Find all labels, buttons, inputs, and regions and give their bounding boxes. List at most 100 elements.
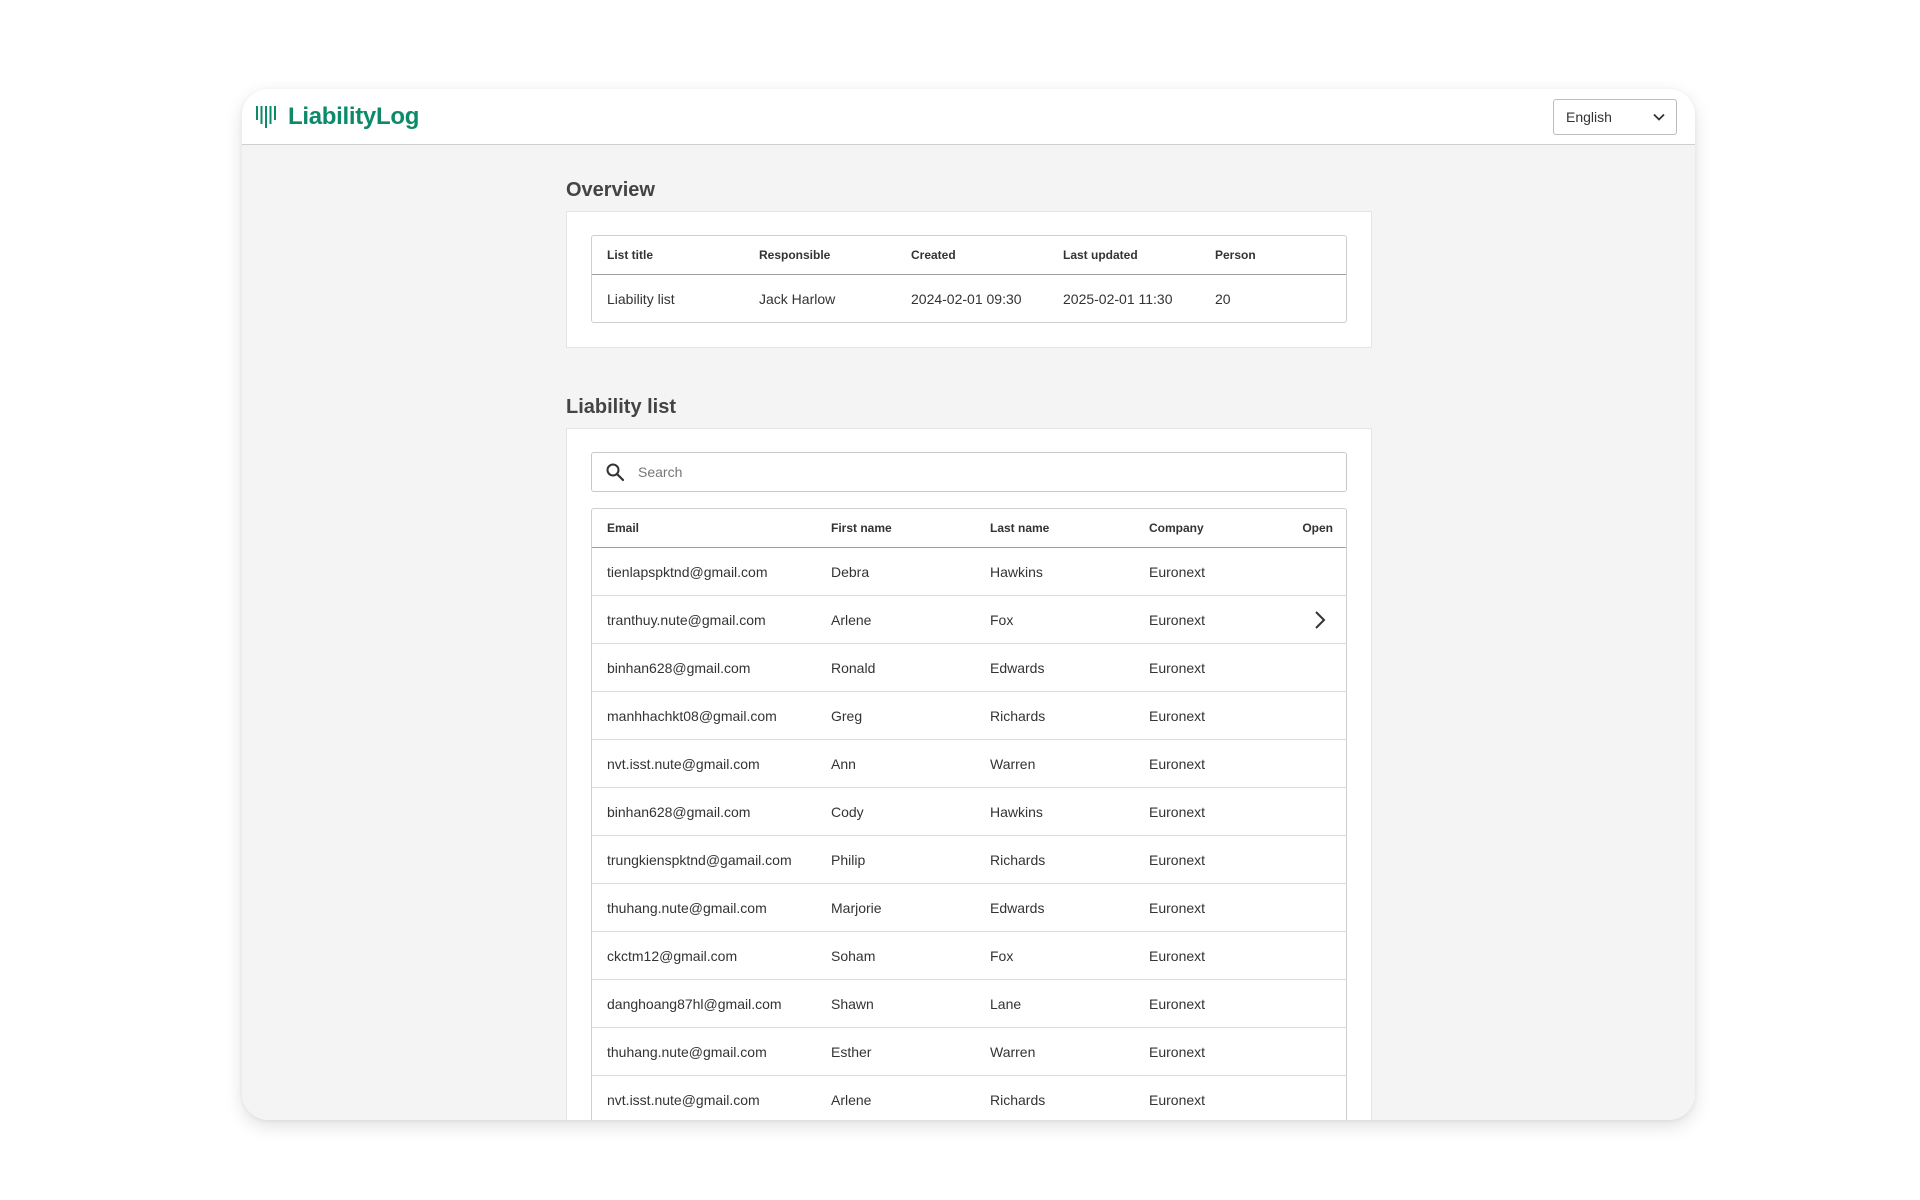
cell-open[interactable]	[1274, 883, 1346, 932]
cell-email: thuhang.nute@gmail.com	[592, 883, 816, 932]
liability-list-title: Liability list	[566, 396, 677, 418]
liability-list-panel: Email First name Last name Company Open …	[566, 428, 1372, 1120]
cell-company: Euronext	[1134, 979, 1274, 1028]
cell-first-name: Soham	[816, 931, 975, 980]
column-header-created: Created	[896, 236, 1048, 275]
cell-email: nvt.isst.nute@gmail.com	[607, 1091, 760, 1108]
cell-last-updated: 2025-02-01 11:30	[1063, 290, 1173, 307]
language-select[interactable]: English	[1553, 99, 1677, 135]
cell-open[interactable]	[1274, 835, 1346, 884]
cell-email: manhhachkt08@gmail.com	[592, 691, 816, 740]
column-header-person: Person	[1200, 236, 1346, 275]
cell-first-name: Ronald	[816, 643, 975, 692]
table-row[interactable]: manhhachkt08@gmail.com Greg Richards Eurone…	[592, 691, 1346, 740]
cell-last-name: Fox	[975, 595, 1134, 644]
table-row[interactable]: tranthuy.nute@gmail.com Arlene Fox Euronext	[592, 595, 1346, 644]
cell-open[interactable]	[1274, 787, 1346, 836]
cell-email: trungkienspktnd@gamail.com	[592, 835, 816, 884]
cell-open[interactable]	[1274, 643, 1346, 692]
cell-company: Euronext	[1134, 595, 1274, 644]
cell-last-name: Warren	[975, 739, 1134, 788]
app-logo[interactable]: LiabilityLog	[255, 103, 419, 131]
cell-first-name: Greg	[816, 691, 975, 740]
cell-email: danghoang87hl@gmail.com	[592, 979, 816, 1028]
cell-open[interactable]	[1274, 1076, 1346, 1121]
table-row[interactable]: nvt.isst.nute@gmail.com Ann Warren Euronext	[592, 739, 1346, 788]
cell-last-name: Hawkins	[975, 787, 1134, 836]
column-header-last-updated: Last updated	[1048, 236, 1200, 275]
overview-title: Overview	[566, 179, 655, 201]
table-row[interactable]: nvt.isst.nute@gmail.com Arlene Richards Eur…	[592, 1076, 1346, 1121]
cell-company: Euronext	[1134, 883, 1274, 932]
cell-responsible: Jack Harlow	[759, 290, 836, 307]
cell-last-name: Richards	[975, 835, 1134, 884]
cell-last-name: Warren	[975, 1027, 1134, 1076]
chevron-right-icon[interactable]	[1311, 609, 1329, 631]
search-input[interactable]	[636, 463, 1340, 481]
cell-company: Euronext	[1134, 643, 1274, 692]
cell-person: 20	[1215, 290, 1231, 307]
cell-last-name: Fox	[975, 931, 1134, 980]
cell-open[interactable]	[1274, 1027, 1346, 1076]
liability-table-body: tienlapspktnd@gmail.com Debra Hawkins Euron…	[592, 547, 1346, 1121]
cell-company: Euronext	[1134, 547, 1274, 596]
cell-email: binhan628@gmail.com	[592, 643, 816, 692]
cell-first-name: Philip	[816, 835, 975, 884]
cell-last-name: Richards	[975, 691, 1134, 740]
liability-table-box: Email First name Last name Company Open …	[591, 508, 1347, 1120]
cell-open[interactable]	[1274, 931, 1346, 980]
search-box[interactable]	[591, 452, 1347, 492]
cell-first-name: Arlene	[816, 595, 975, 644]
cell-company: Euronext	[1134, 787, 1274, 836]
liability-header-row: Email First name Last name Company Open	[592, 509, 1346, 548]
liability-table: Email First name Last name Company Open …	[592, 509, 1346, 1120]
table-row[interactable]: thuhang.nute@gmail.com Esther Warren Eurone…	[592, 1027, 1346, 1076]
column-header-first-name: First name	[816, 509, 975, 548]
cell-first-name: Ann	[816, 739, 975, 788]
cell-company: Euronext	[1134, 691, 1274, 740]
cell-created: 2024-02-01 09:30	[911, 290, 1022, 307]
table-row[interactable]: binhan628@gmail.com Ronald Edwards Euronext	[592, 643, 1346, 692]
column-header-email: Email	[592, 509, 816, 548]
cell-email: nvt.isst.nute@gmail.com	[592, 739, 816, 788]
cell-list-title: Liability list	[607, 290, 675, 307]
cell-last-name: Lane	[975, 979, 1134, 1028]
table-row[interactable]: binhan628@gmail.com Cody Hawkins Euronext	[592, 787, 1346, 836]
cell-first-name: Debra	[816, 547, 975, 596]
cell-last-name: Edwards	[975, 643, 1134, 692]
cell-email: tienlapspktnd@gmail.com	[592, 547, 816, 596]
overview-panel: List title Responsible Created Last upda…	[566, 211, 1372, 348]
column-header-responsible: Responsible	[744, 236, 896, 275]
cell-last-name: Edwards	[975, 883, 1134, 932]
app-window: LiabilityLog English Overview List title…	[242, 89, 1695, 1120]
cell-open[interactable]	[1274, 739, 1346, 788]
cell-open[interactable]	[1274, 547, 1346, 596]
cell-company: Euronext	[1149, 1091, 1206, 1108]
table-row[interactable]: tienlapspktnd@gmail.com Debra Hawkins Euron…	[592, 547, 1346, 596]
overview-header-row: List title Responsible Created Last upda…	[592, 236, 1346, 275]
cell-first-name: Marjorie	[816, 883, 975, 932]
language-select-value: English	[1566, 109, 1612, 125]
table-row[interactable]: ckctm12@gmail.com Soham Fox Euronext	[592, 931, 1346, 980]
cell-email: binhan628@gmail.com	[592, 787, 816, 836]
table-row[interactable]: danghoang87hl@gmail.com Shawn Lane Euronext	[592, 979, 1346, 1028]
cell-open[interactable]	[1274, 595, 1346, 644]
chevron-down-icon	[1653, 113, 1665, 121]
cell-open[interactable]	[1274, 979, 1346, 1028]
cell-first-name: Esther	[816, 1027, 975, 1076]
table-row[interactable]: trungkienspktnd@gamail.com Philip Richards…	[592, 835, 1346, 884]
column-header-company: Company	[1134, 509, 1274, 548]
search-icon	[606, 463, 625, 482]
cell-company: Euronext	[1134, 739, 1274, 788]
cell-email: thuhang.nute@gmail.com	[592, 1027, 816, 1076]
cell-first-name: Arlene	[831, 1091, 872, 1108]
cell-email: tranthuy.nute@gmail.com	[592, 595, 816, 644]
cell-company: Euronext	[1134, 1027, 1274, 1076]
table-row[interactable]: thuhang.nute@gmail.com Marjorie Edwards Eur…	[592, 883, 1346, 932]
overview-row: Liability list Jack Harlow 2024-02-01 09…	[592, 275, 1346, 323]
cell-company: Euronext	[1134, 931, 1274, 980]
overview-table-box: List title Responsible Created Last upda…	[591, 235, 1347, 323]
app-name: LiabilityLog	[288, 103, 420, 130]
cell-first-name: Cody	[816, 787, 975, 836]
cell-open[interactable]	[1274, 691, 1346, 740]
